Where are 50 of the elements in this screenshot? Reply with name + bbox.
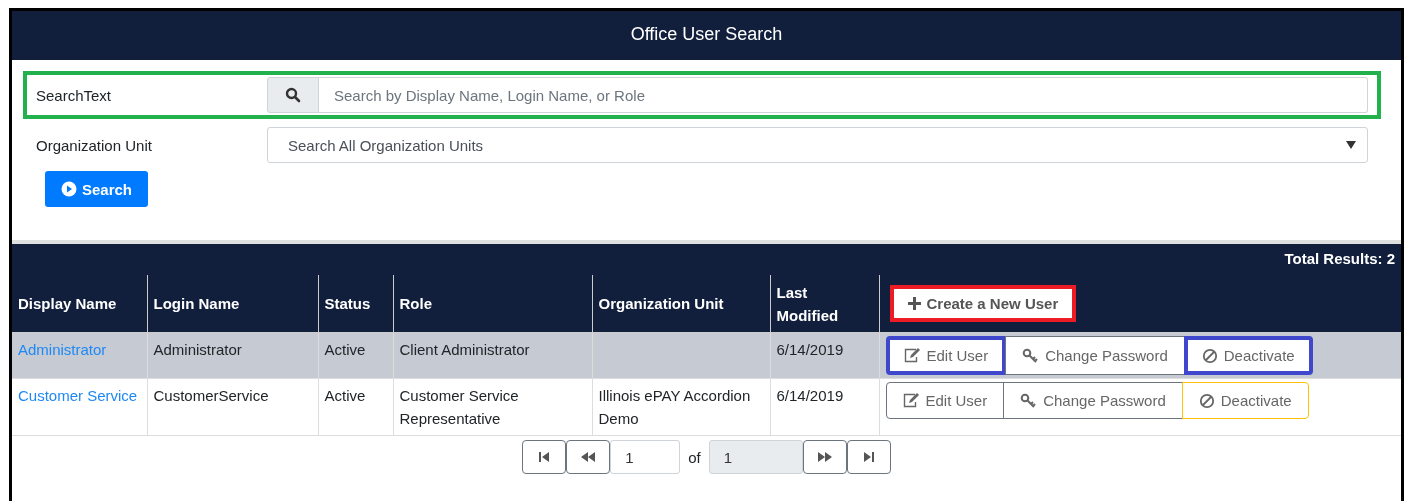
- create-user-button[interactable]: Create a New User: [889, 285, 1077, 322]
- edit-icon: [902, 393, 920, 408]
- column-header: Last Modified: [770, 275, 879, 333]
- caret-icon: [1345, 140, 1357, 150]
- table-cell: Client Administrator: [393, 332, 592, 379]
- plus-icon: [907, 297, 921, 310]
- table-cell: Active: [318, 378, 393, 436]
- page-number-field[interactable]: 1: [610, 440, 681, 474]
- org-unit-label: Organization Unit: [36, 136, 153, 154]
- edit-user-button[interactable]: Edit User: [885, 382, 1005, 419]
- first-icon: [537, 450, 552, 464]
- total-results: Total Results: 2: [1284, 250, 1395, 267]
- last-page-button[interactable]: [846, 440, 891, 474]
- key-icon: [1020, 393, 1038, 408]
- table-cell: 6/14/2019: [770, 378, 879, 436]
- deactivate-button[interactable]: Deactivate: [1181, 382, 1309, 419]
- column-header: Role: [393, 275, 592, 333]
- fast-forward-icon: [815, 450, 834, 464]
- edit-user-button[interactable]: Edit User: [885, 336, 1007, 375]
- table-cell: 6/14/2019: [770, 332, 879, 379]
- table-cell: Customer Service Representative: [393, 378, 592, 436]
- table-cell: CustomerService: [147, 378, 318, 436]
- column-header: Login Name: [147, 275, 318, 333]
- next-page-button[interactable]: [802, 440, 847, 474]
- search-field[interactable]: Search by Display Name, Login Name, or Role: [319, 77, 1368, 113]
- search-button[interactable]: Search: [45, 171, 149, 207]
- column-header: Display Name: [12, 275, 147, 333]
- change-password-button[interactable]: Change Password: [1005, 336, 1185, 375]
- org-unit-dropdown[interactable]: Search All Organization Units: [267, 127, 1368, 163]
- deactivate-button[interactable]: Deactivate: [1183, 336, 1313, 375]
- rewind-icon: [579, 450, 598, 464]
- table-cell: Administrator: [147, 332, 318, 379]
- page-of-label: of: [688, 448, 701, 466]
- panel-title: Office User Search: [12, 11, 1401, 60]
- last-icon: [861, 450, 876, 464]
- table-cell: Illinois ePAY Accordion Demo: [592, 378, 770, 436]
- key-icon: [1022, 348, 1040, 363]
- play-icon: [61, 181, 77, 197]
- search-label: SearchText: [36, 86, 113, 104]
- change-password-button[interactable]: Change Password: [1003, 382, 1183, 419]
- page-count-field: 1: [708, 440, 803, 474]
- first-page-button[interactable]: [522, 440, 567, 474]
- table-cell: Active: [318, 332, 393, 379]
- ban-icon: [1198, 392, 1215, 409]
- edit-icon: [903, 348, 921, 363]
- column-header: Organization Unit: [592, 275, 770, 333]
- search-icon: [267, 77, 319, 113]
- column-header: Status: [318, 275, 393, 333]
- previous-page-button[interactable]: [566, 440, 611, 474]
- ban-icon: [1201, 347, 1218, 364]
